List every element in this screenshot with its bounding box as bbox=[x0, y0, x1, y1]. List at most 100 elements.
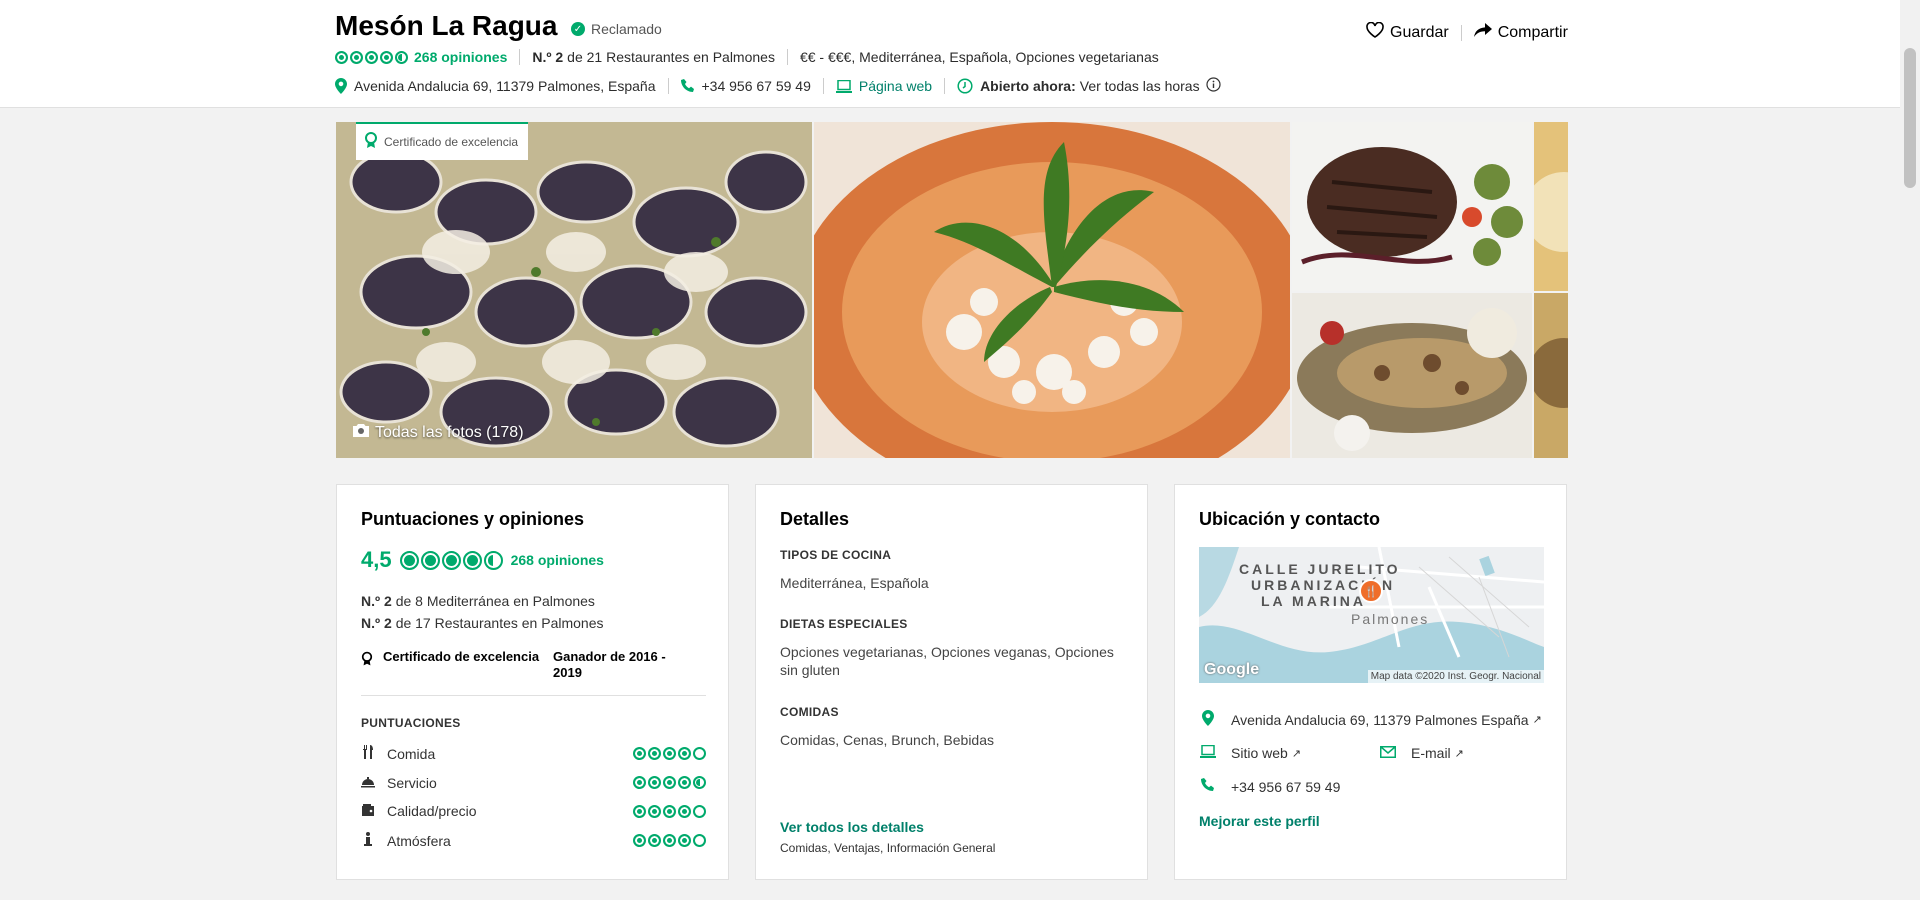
rating-bubbles bbox=[633, 776, 706, 789]
save-label: Guardar bbox=[1390, 23, 1449, 41]
rating-bubble bbox=[663, 834, 676, 847]
all-photos-button[interactable]: Todas las fotos (178) bbox=[353, 424, 524, 442]
rating-bubble bbox=[350, 50, 363, 64]
external-link-icon: ↗ bbox=[1454, 747, 1464, 760]
rating-bubbles bbox=[633, 834, 706, 847]
share-label: Compartir bbox=[1497, 23, 1568, 41]
rating-bubbles bbox=[335, 50, 408, 64]
address-label: Avenida Andalucia 69, 11379 Palmones Esp… bbox=[1231, 711, 1529, 728]
reviews-link[interactable]: 268 opiniones bbox=[511, 552, 604, 568]
ratings-card: Puntuaciones y opiniones 4,5 268 opinion… bbox=[336, 484, 729, 880]
rating-bubble bbox=[678, 776, 691, 789]
rating-bubble bbox=[633, 834, 646, 847]
address-link[interactable]: Avenida Andalucia 69, 11379 Palmones, Es… bbox=[354, 78, 656, 94]
location-pin-icon bbox=[335, 78, 347, 94]
ratings-title: Puntuaciones y opiniones bbox=[361, 509, 585, 529]
website-link[interactable]: Página web bbox=[859, 78, 932, 94]
map-pin-icon[interactable]: 🍴 bbox=[1359, 579, 1383, 603]
location-pin-icon bbox=[1199, 710, 1217, 729]
divider bbox=[822, 78, 824, 94]
laptop-icon bbox=[835, 79, 852, 93]
map-attribution: Map data ©2020 Inst. Geogr. Nacional bbox=[1367, 670, 1544, 683]
phone-link[interactable]: +34 956 67 59 49 bbox=[702, 78, 811, 94]
scrollbar-thumb[interactable] bbox=[1904, 48, 1916, 188]
photo-extra-bottom[interactable] bbox=[1534, 293, 1568, 458]
location-card: Ubicación y contacto CALLE JURELITO URBA… bbox=[1174, 484, 1567, 880]
phone-icon bbox=[1199, 778, 1217, 795]
contact-email[interactable]: E-mail ↗ bbox=[1379, 745, 1464, 761]
rating-bubble bbox=[678, 834, 691, 847]
open-now-label: Abierto ahora: bbox=[980, 78, 1076, 94]
score-row-food: Comida bbox=[361, 745, 706, 762]
score-row-value: Calidad/precio bbox=[361, 803, 706, 819]
meals-value: Comidas, Cenas, Brunch, Bebidas bbox=[780, 732, 994, 748]
heart-icon bbox=[1366, 21, 1384, 43]
claimed-label: Reclamado bbox=[591, 21, 662, 37]
photo-clams[interactable]: Certificado de excelencia Todas las foto… bbox=[336, 122, 812, 458]
details-card: Detalles TIPOS DE COCINA Mediterránea, E… bbox=[755, 484, 1148, 880]
divider bbox=[667, 78, 669, 94]
rating-bubble bbox=[648, 834, 661, 847]
external-link-icon: ↗ bbox=[1291, 747, 1302, 760]
rating-bubble bbox=[380, 50, 393, 64]
scores-heading: PUNTUACIONES bbox=[361, 716, 461, 730]
photo-extra-top[interactable] bbox=[1534, 122, 1568, 291]
all-photos-label: Todas las fotos (178) bbox=[375, 424, 524, 441]
rank-link[interactable]: de 21 Restaurantes en Palmones bbox=[567, 49, 775, 65]
contact-phone[interactable]: +34 956 67 59 49 bbox=[1199, 778, 1340, 795]
rating-bubble bbox=[399, 550, 419, 570]
rating-bubbles bbox=[399, 550, 503, 570]
hours-link[interactable]: Ver todas las horas bbox=[1080, 78, 1200, 94]
header-actions: Guardar Compartir bbox=[1366, 21, 1568, 43]
photo-meat[interactable] bbox=[1292, 122, 1532, 291]
rating-bubble bbox=[693, 834, 706, 847]
rating-bubble bbox=[648, 747, 661, 760]
all-details-link[interactable]: Ver todos los detalles bbox=[780, 818, 1125, 836]
save-button[interactable]: Guardar bbox=[1366, 21, 1449, 43]
photo-gallery: Certificado de excelencia Todas las foto… bbox=[336, 122, 1568, 458]
check-icon: ✓ bbox=[571, 22, 585, 36]
score-row-service: Servicio bbox=[361, 774, 706, 791]
rating-bubble bbox=[633, 804, 646, 818]
map-town-label: Palmones bbox=[1351, 611, 1430, 627]
rating-bubble bbox=[663, 747, 676, 760]
rating-bubble bbox=[663, 804, 676, 818]
external-link-icon: ↗ bbox=[1532, 714, 1542, 726]
rank-link[interactable]: de 17 Restaurantes en Palmones bbox=[396, 615, 604, 631]
certificate-label: Certificado de excelencia bbox=[383, 649, 540, 664]
contact-address[interactable]: Avenida Andalucia 69, 11379 Palmones Esp… bbox=[1199, 710, 1542, 729]
contact-website[interactable]: Sitio web ↗ bbox=[1199, 744, 1302, 761]
improve-profile-link[interactable]: Mejorar este perfil bbox=[1199, 813, 1320, 829]
rating-bubble bbox=[693, 776, 706, 789]
rating-bubble bbox=[633, 776, 646, 789]
map-label: CALLE JURELITO bbox=[1239, 561, 1401, 577]
rating-bubble bbox=[693, 747, 706, 760]
google-logo: Google bbox=[1204, 661, 1260, 678]
clock-icon bbox=[957, 78, 973, 94]
rating-bubble bbox=[663, 776, 676, 789]
cuisine-value: Mediterránea, Española bbox=[780, 575, 929, 591]
price-cuisine-link[interactable]: €€ - €€€, Mediterránea, Española, Opcion… bbox=[800, 49, 1159, 65]
share-button[interactable]: Compartir bbox=[1473, 22, 1568, 43]
location-map[interactable]: CALLE JURELITO URBANIZACIÓN LA MARINA Pa… bbox=[1199, 547, 1544, 683]
restaurant-name: Mesón La Ragua bbox=[335, 10, 558, 41]
photo-fish[interactable] bbox=[1292, 293, 1532, 458]
certificate-years: Ganador de 2016 - 2019 bbox=[553, 649, 666, 680]
score-label: Servicio bbox=[387, 774, 437, 791]
page-scrollbar[interactable] bbox=[1900, 0, 1920, 900]
diets-value: Opciones vegetarianas, Opciones veganas,… bbox=[780, 644, 1114, 678]
lamp-icon bbox=[361, 832, 375, 849]
details-title: Detalles bbox=[780, 509, 850, 529]
header-summary-row: 268 opiniones N.º 2 de 21 Restaurantes e… bbox=[335, 49, 1159, 65]
cuisine-heading: TIPOS DE COCINA bbox=[780, 548, 892, 562]
reviews-link[interactable]: 268 opiniones bbox=[414, 49, 507, 65]
rank-line: N.º 2 de 8 Mediterránea en Palmones bbox=[361, 593, 595, 609]
rank-link[interactable]: de 8 Mediterránea en Palmones bbox=[396, 593, 595, 609]
rating-bubble bbox=[335, 50, 348, 64]
score-label: Calidad/precio bbox=[387, 803, 477, 819]
photo-salmorejo[interactable] bbox=[814, 122, 1290, 458]
rating-bubble bbox=[678, 747, 691, 760]
mail-icon bbox=[1379, 745, 1397, 761]
info-icon[interactable] bbox=[1206, 77, 1221, 95]
phone-icon bbox=[680, 79, 695, 93]
